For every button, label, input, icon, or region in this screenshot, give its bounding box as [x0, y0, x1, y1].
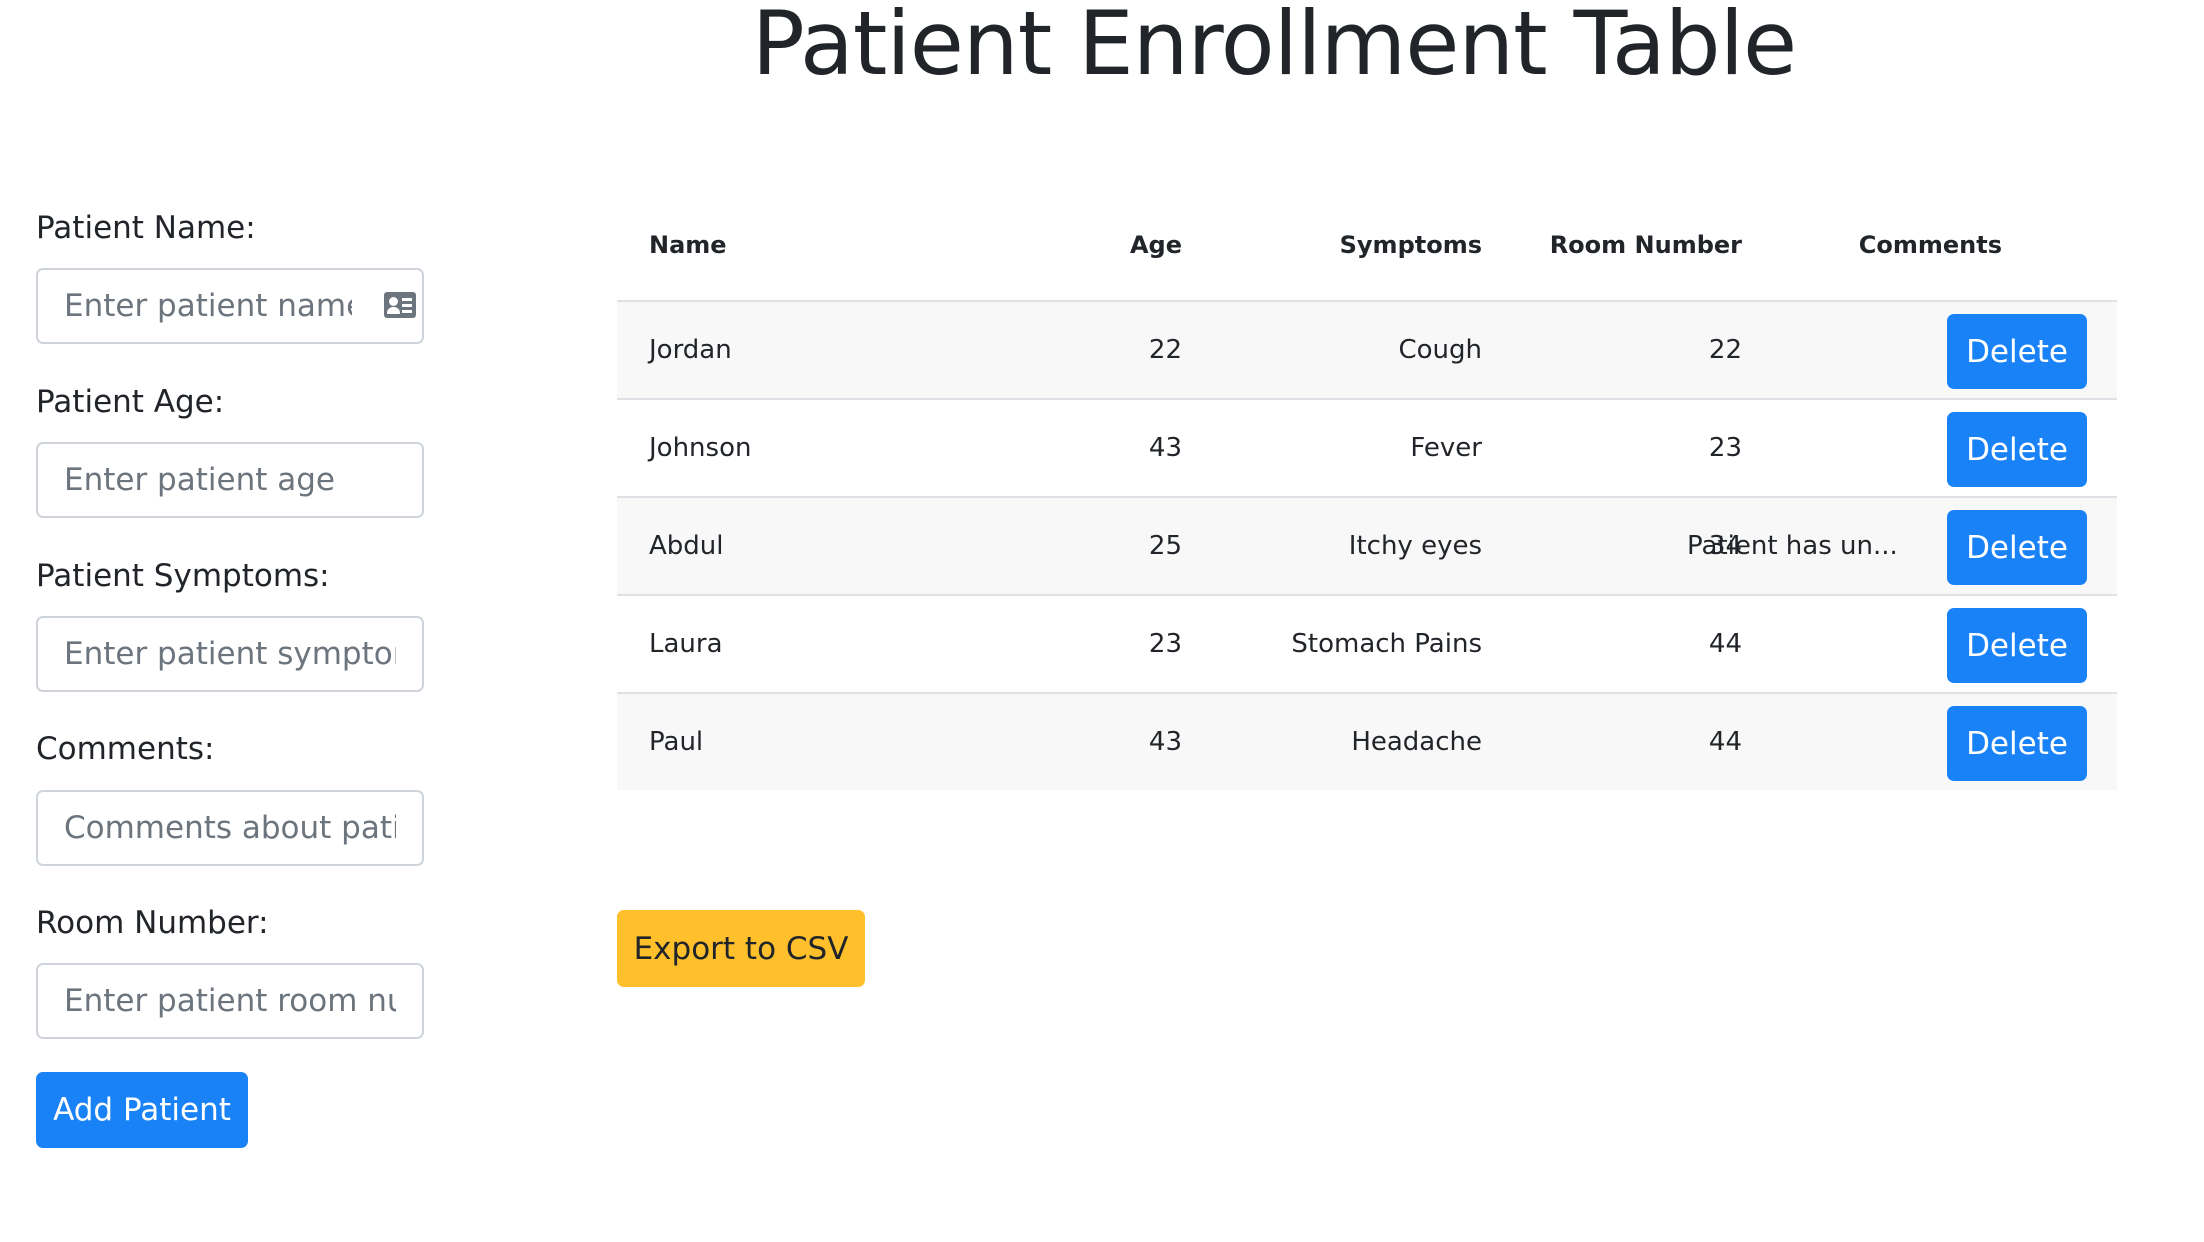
cell-name: Johnson	[649, 433, 752, 463]
table-header: Name Age Symptoms Room Number Comments	[617, 200, 2117, 302]
cell-age: 25	[1148, 531, 1182, 561]
cell-name: Laura	[649, 629, 723, 659]
add-patient-button[interactable]: Add Patient	[36, 1072, 248, 1148]
cell-age: 43	[1148, 727, 1182, 757]
comments-label: Comments:	[36, 731, 215, 767]
table-row: Jordan 22 Cough 22 N/A Delete	[617, 302, 2117, 400]
cell-room-number: 44	[1708, 629, 1742, 659]
patient-name-input[interactable]	[36, 268, 424, 344]
patient-age-label: Patient Age:	[36, 384, 225, 420]
header-comments: Comments	[1858, 231, 2002, 259]
patient-symptoms-input[interactable]	[36, 616, 424, 692]
delete-button[interactable]: Delete	[1947, 608, 2087, 683]
cell-name: Jordan	[649, 335, 732, 365]
room-number-input[interactable]	[36, 963, 424, 1039]
cell-symptoms: Stomach Pains	[1291, 629, 1482, 659]
delete-button[interactable]: Delete	[1947, 412, 2087, 487]
patient-age-input[interactable]	[36, 442, 424, 518]
comments-input[interactable]	[36, 790, 424, 866]
header-room-number: Room Number	[1549, 231, 1742, 259]
cell-room-number: 22	[1708, 335, 1742, 365]
table-row: Johnson 43 Fever 23 N/A Delete	[617, 400, 2117, 498]
table-row: Paul 43 Headache 44 N/A Delete	[617, 694, 2117, 790]
table-row: Abdul 25 Itchy eyes 34 Patient has un...…	[617, 498, 2117, 596]
header-symptoms: Symptoms	[1339, 231, 1482, 259]
cell-name: Paul	[649, 727, 704, 757]
delete-button[interactable]: Delete	[1947, 314, 2087, 389]
page-title: Patient Enrollment Table	[751, 0, 1797, 95]
cell-room-number: 44	[1708, 727, 1742, 757]
contact-card-icon	[384, 292, 416, 318]
cell-symptoms: Fever	[1410, 433, 1482, 463]
delete-button[interactable]: Delete	[1947, 706, 2087, 781]
cell-age: 43	[1148, 433, 1182, 463]
patient-name-label: Patient Name:	[36, 210, 256, 246]
delete-button[interactable]: Delete	[1947, 510, 2087, 585]
cell-age: 22	[1148, 335, 1182, 365]
export-csv-button[interactable]: Export to CSV	[617, 910, 865, 987]
cell-symptoms: Headache	[1351, 727, 1482, 757]
table-row: Laura 23 Stomach Pains 44 N/A Delete	[617, 596, 2117, 694]
header-name: Name	[649, 231, 727, 259]
header-age: Age	[1129, 231, 1182, 259]
cell-room-number: 23	[1708, 433, 1742, 463]
cell-symptoms: Itchy eyes	[1348, 531, 1482, 561]
cell-symptoms: Cough	[1398, 335, 1482, 365]
cell-age: 23	[1148, 629, 1182, 659]
patient-symptoms-label: Patient Symptoms:	[36, 558, 330, 594]
cell-name: Abdul	[649, 531, 724, 561]
patient-table: Name Age Symptoms Room Number Comments J…	[617, 200, 2117, 790]
room-number-label: Room Number:	[36, 905, 269, 941]
